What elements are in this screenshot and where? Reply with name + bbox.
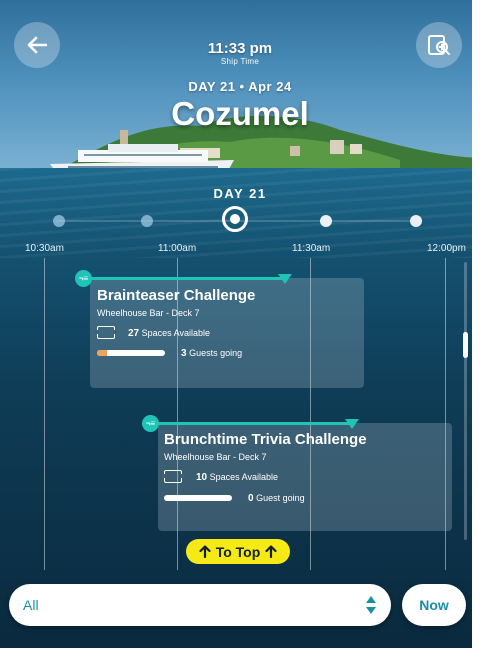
port-name: Cozumel [171, 95, 309, 132]
filter-value: All [23, 597, 39, 613]
to-top-button[interactable]: To Top [186, 539, 290, 564]
ticket-icon [162, 470, 184, 483]
screen-edge [472, 0, 480, 648]
day-dot[interactable] [320, 215, 332, 227]
arrow-up-icon [199, 545, 211, 558]
event-end-marker [345, 419, 359, 429]
day-dot[interactable] [141, 215, 153, 227]
event-handle-icon: ¬≡ [75, 270, 92, 287]
guests-progress-bar [97, 350, 165, 356]
ticket-icon [95, 326, 117, 339]
time-tick-label: 11:00am [158, 243, 197, 254]
guests-progress-bar [164, 495, 232, 501]
event-duration-bar [84, 277, 288, 280]
scrollbar-track[interactable] [464, 262, 467, 540]
sort-arrows-icon [366, 596, 376, 614]
ship-time: 11:33 pm [207, 40, 273, 57]
ship-time-label: Ship Time [220, 57, 260, 66]
now-button[interactable]: Now [402, 584, 466, 626]
event-spaces: 10 Spaces Available [196, 472, 279, 483]
event-venue: Wheelhouse Bar - Deck 7 [97, 308, 200, 318]
scrollbar-thumb[interactable] [463, 332, 468, 358]
event-guests: 3 Guests going [181, 348, 243, 359]
event-guests: 0 Guest going [248, 493, 305, 504]
arrow-up-icon [265, 545, 277, 558]
calendar-search-icon [428, 35, 450, 55]
to-top-label: To Top [215, 543, 261, 560]
day-dot[interactable] [410, 215, 422, 227]
search-calendar-button[interactable] [416, 22, 462, 68]
day-dot[interactable] [53, 215, 65, 227]
event-venue: Wheelhouse Bar - Deck 7 [164, 452, 267, 462]
day-date: DAY 21 • Apr 24 [188, 79, 292, 94]
time-tick-label: 12:00pm [427, 243, 466, 254]
selected-day-label: DAY 21 [213, 186, 267, 201]
time-tick-label: 10:30am [25, 243, 64, 254]
event-spaces: 27 Spaces Available [128, 328, 211, 339]
event-duration-bar [151, 422, 355, 425]
event-end-marker [278, 274, 292, 284]
event-title: Brainteaser Challenge [97, 287, 256, 304]
category-filter-select[interactable]: All [9, 584, 391, 626]
time-gridline [44, 258, 45, 570]
time-tick-label: 11:30am [292, 243, 331, 254]
day-dot-selected[interactable] [222, 206, 248, 232]
event-handle-icon: ¬≡ [142, 415, 159, 432]
event-title: Brunchtime Trivia Challenge [164, 431, 367, 448]
